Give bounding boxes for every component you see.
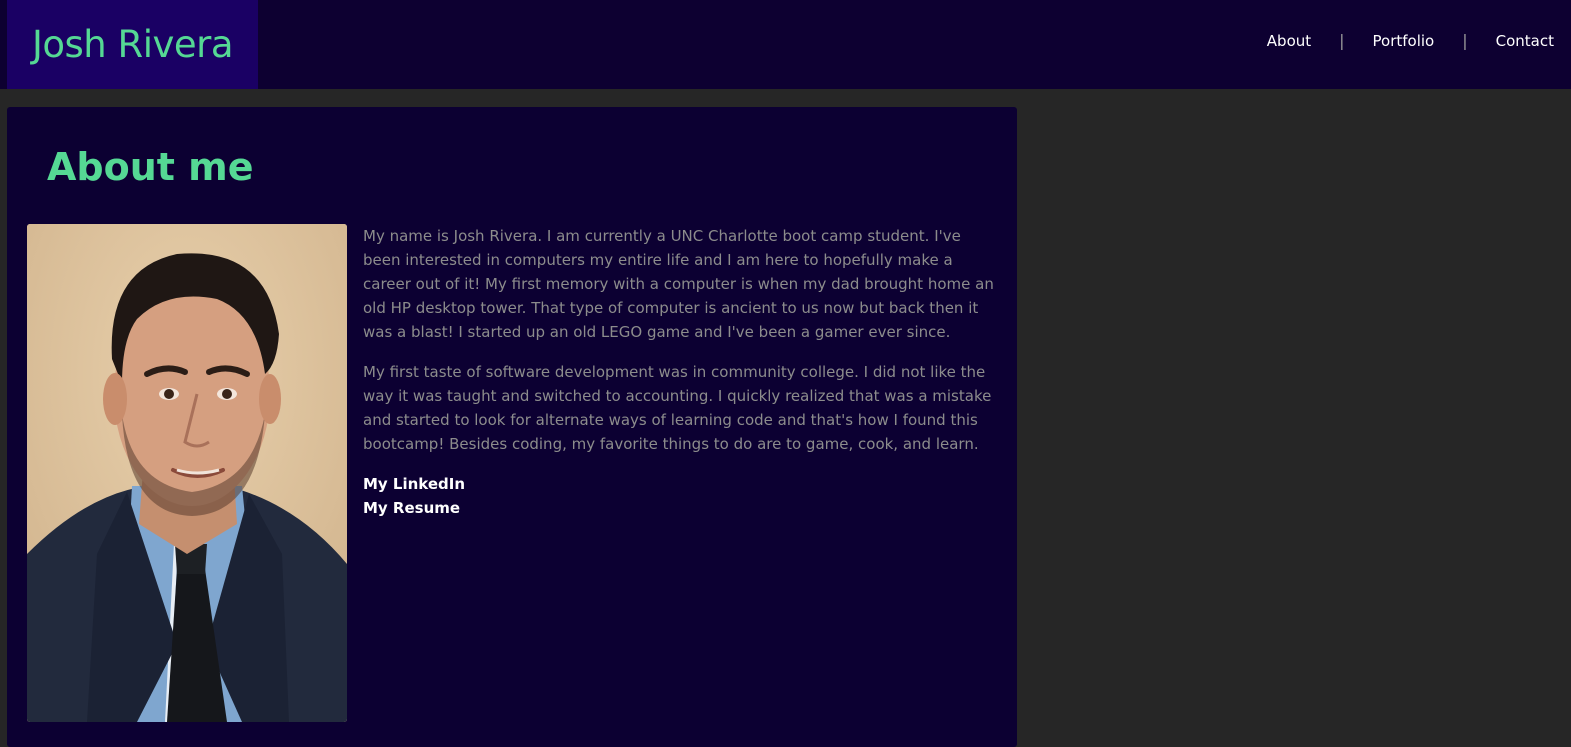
resume-link[interactable]: My Resume xyxy=(363,496,1003,520)
nav-about-link[interactable]: About xyxy=(1267,32,1311,50)
bio-paragraph: My first taste of software development w… xyxy=(363,363,992,453)
about-section: About me My name is Josh Rivera. I am cu… xyxy=(7,107,1017,747)
profile-links: My LinkedIn My Resume xyxy=(363,472,1003,520)
site-header: Josh Rivera About | Portfolio | Contact xyxy=(0,0,1571,89)
about-title: About me xyxy=(47,145,254,189)
nav-separator: | xyxy=(1462,31,1468,50)
bio: My name is Josh Rivera. I am currently a… xyxy=(363,224,1003,520)
bio-paragraph: My name is Josh Rivera. I am currently a… xyxy=(363,227,994,341)
brand-name[interactable]: Josh Rivera xyxy=(32,23,234,66)
brand[interactable]: Josh Rivera xyxy=(7,0,258,89)
main-nav: About | Portfolio | Contact xyxy=(1267,31,1554,50)
nav-separator: | xyxy=(1339,31,1345,50)
linkedin-link[interactable]: My LinkedIn xyxy=(363,472,1003,496)
profile-photo xyxy=(27,224,347,722)
nav-portfolio-link[interactable]: Portfolio xyxy=(1373,32,1435,50)
nav-contact-link[interactable]: Contact xyxy=(1496,32,1554,50)
